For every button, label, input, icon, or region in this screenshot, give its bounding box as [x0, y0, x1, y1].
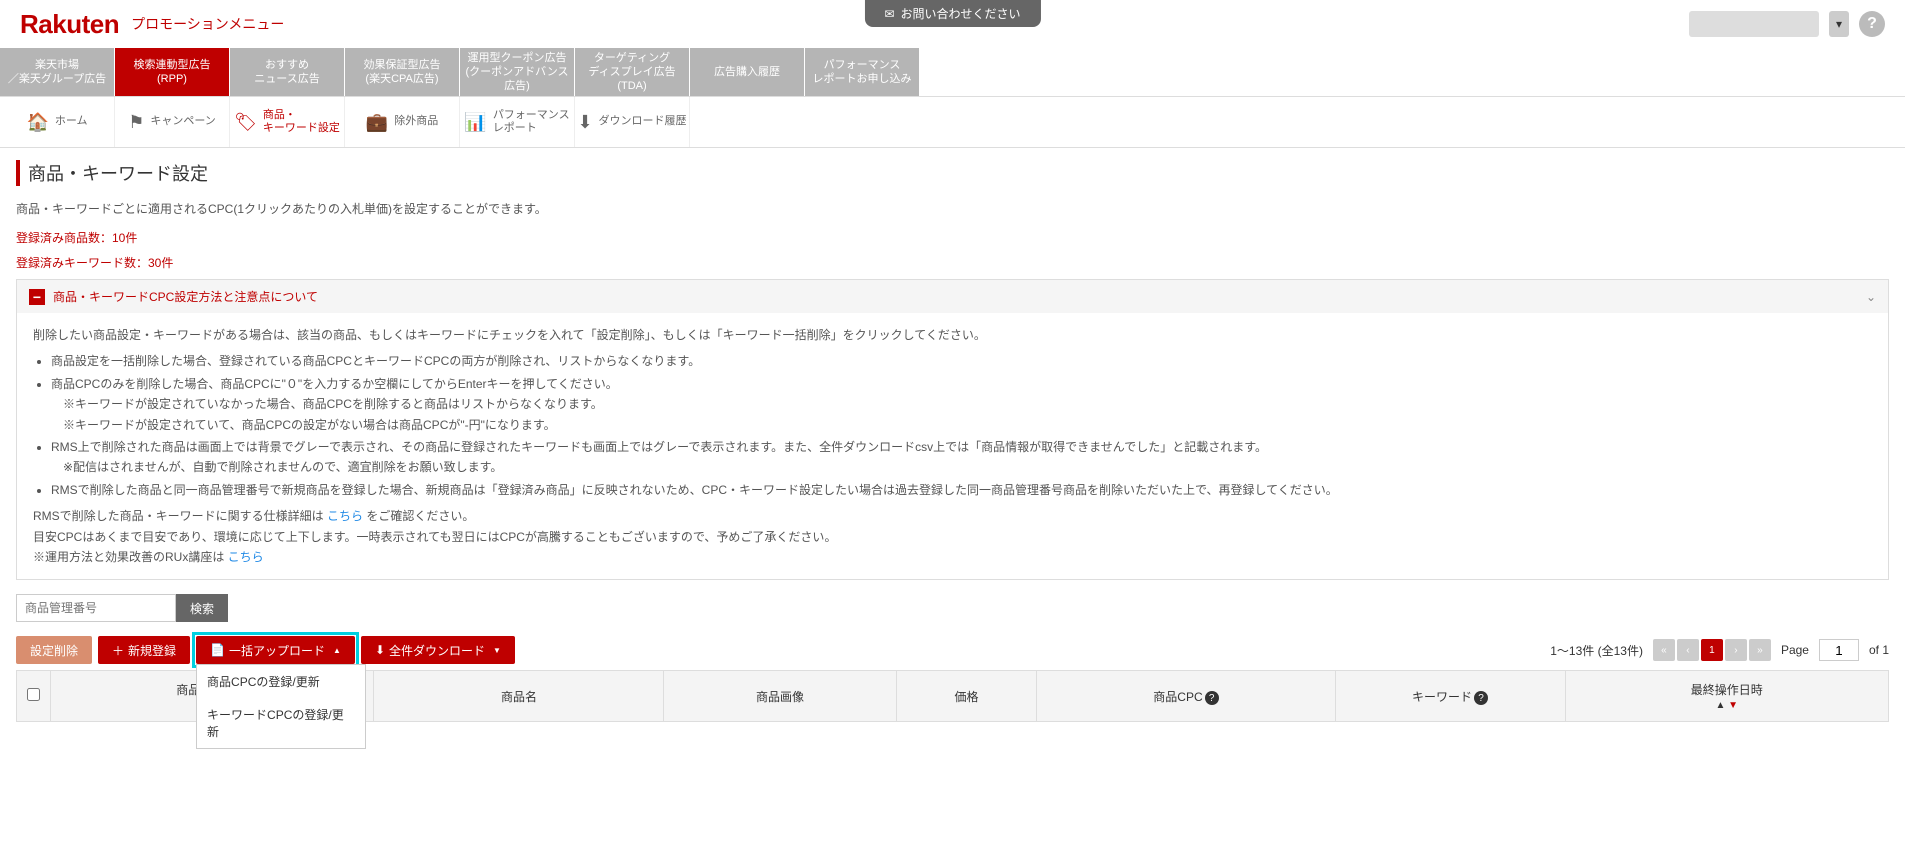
subnav-home[interactable]: 🏠ホーム: [0, 97, 115, 147]
brand-subtitle: プロモーションメニュー: [131, 14, 284, 34]
th-cpc: 商品CPC?: [1037, 671, 1335, 722]
pager-page-input[interactable]: [1819, 639, 1859, 661]
pager-last[interactable]: »: [1749, 639, 1771, 661]
user-menu-caret[interactable]: ▾: [1829, 11, 1849, 37]
search-button[interactable]: 検索: [176, 594, 228, 622]
info-text: 削除したい商品設定・キーワードがある場合は、該当の商品、もしくはキーワードにチェ…: [33, 325, 1872, 345]
pager-page-label: Page: [1781, 643, 1809, 657]
info-text: RMSで削除した商品・キーワードに関する仕様詳細は こちら をご確認ください。: [33, 506, 1872, 526]
info-accordion: − 商品・キーワードCPC設定方法と注意点について ⌄ 削除したい商品設定・キー…: [16, 279, 1889, 580]
upload-highlight: 📄一括アップロード▲ 商品CPCの登録/更新 キーワードCPCの登録/更新: [196, 636, 355, 664]
subnav-exclude[interactable]: 💼除外商品: [345, 97, 460, 147]
mail-icon: ✉: [884, 7, 894, 21]
upload-product-cpc[interactable]: 商品CPCの登録/更新: [197, 665, 365, 698]
accordion-title: 商品・キーワードCPC設定方法と注意点について: [53, 288, 1866, 305]
nav-rakuten-market[interactable]: 楽天市場／楽天グループ広告: [0, 48, 115, 96]
chart-icon: 📊: [464, 112, 486, 133]
pager-page-1[interactable]: 1: [1701, 639, 1723, 661]
briefcase-icon: 💼: [366, 112, 388, 133]
flag-icon: ⚑: [128, 112, 144, 133]
contact-button[interactable]: ✉ お問い合わせください: [864, 0, 1040, 27]
delete-button[interactable]: 設定削除: [16, 636, 92, 664]
nav-rpp[interactable]: 検索連動型広告(RPP): [115, 48, 230, 96]
info-bullet: RMS上で削除された商品は画面上では背景でグレーで表示され、その商品に登録された…: [51, 440, 1267, 454]
nav-news-ad[interactable]: おすすめニュース広告: [230, 48, 345, 96]
subnav-product-keyword[interactable]: 🏷商品・ キーワード設定: [230, 97, 345, 147]
pager-next[interactable]: ›: [1725, 639, 1747, 661]
download-all-button[interactable]: ⬇全件ダウンロード▼: [361, 636, 515, 664]
plus-icon: ＋: [112, 642, 124, 659]
stat-products: 登録済み商品数：10件: [16, 229, 1889, 246]
chevron-down-icon: ⌄: [1866, 290, 1876, 304]
help-icon[interactable]: ?: [1474, 691, 1488, 705]
info-note: ※キーワードが設定されていて、商品CPCの設定がない場合は商品CPCが"-円"に…: [51, 418, 556, 432]
page-description: 商品・キーワードごとに適用されるCPC(1クリックあたりの入札単価)を設定するこ…: [16, 200, 1889, 217]
th-checkbox: [17, 671, 51, 722]
caret-up-icon: ▲: [333, 646, 341, 655]
help-icon[interactable]: ?: [1859, 11, 1885, 37]
info-bullet: RMSで削除した商品と同一商品管理番号で新規商品を登録した場合、新規商品は「登録…: [51, 480, 1872, 500]
tag-icon: 🏷: [234, 112, 257, 133]
help-icon[interactable]: ?: [1205, 691, 1219, 705]
subnav-download-history[interactable]: ⬇ダウンロード履歴: [575, 97, 690, 147]
rux-link[interactable]: こちら: [228, 550, 264, 564]
contact-label: お問い合わせください: [901, 5, 1021, 22]
bulk-upload-button[interactable]: 📄一括アップロード▲: [196, 636, 355, 664]
subnav-report[interactable]: 📊パフォーマンス レポート: [460, 97, 575, 147]
nav-cpa[interactable]: 効果保証型広告(楽天CPA広告): [345, 48, 460, 96]
home-icon: 🏠: [26, 112, 48, 133]
file-icon: 📄: [210, 643, 225, 657]
nav-tda[interactable]: ターゲティングディスプレイ広告(TDA): [575, 48, 690, 96]
th-last-op[interactable]: 最終操作日時▲ ▼: [1565, 671, 1889, 722]
th-keyword: キーワード?: [1335, 671, 1565, 722]
th-price: 価格: [896, 671, 1037, 722]
brand-logo: Rakuten: [20, 9, 119, 40]
search-input[interactable]: [16, 594, 176, 622]
user-menu[interactable]: [1689, 11, 1819, 37]
info-note: ※配信はされませんが、自動で削除されませんので、適宜削除をお願い致します。: [51, 460, 502, 474]
download-icon: ⬇: [375, 643, 385, 657]
caret-down-icon: ▼: [493, 646, 501, 655]
info-note: ※キーワードが設定されていなかった場合、商品CPCを削除すると商品はリストからな…: [51, 397, 603, 411]
pager-first[interactable]: «: [1653, 639, 1675, 661]
spec-link[interactable]: こちら: [327, 509, 363, 523]
nav-report-apply[interactable]: パフォーマンスレポートお申し込み: [805, 48, 920, 96]
stat-keywords: 登録済みキーワード数：30件: [16, 254, 1889, 271]
chevron-down-icon: ▾: [1836, 17, 1842, 31]
new-register-button[interactable]: ＋新規登録: [98, 636, 190, 664]
upload-keyword-cpc[interactable]: キーワードCPCの登録/更新: [197, 698, 365, 748]
info-bullet: 商品設定を一括削除した場合、登録されている商品CPCとキーワードCPCの両方が削…: [51, 351, 1872, 371]
pager-summary: 1～13件 (全13件): [1550, 642, 1643, 659]
nav-purchase-history[interactable]: 広告購入履歴: [690, 48, 805, 96]
minus-icon: −: [29, 289, 45, 305]
main-nav: 楽天市場／楽天グループ広告 検索連動型広告(RPP) おすすめニュース広告 効果…: [0, 48, 1905, 97]
sort-up-icon: ▲: [1715, 700, 1725, 711]
select-all-checkbox[interactable]: [27, 688, 40, 701]
th-name: 商品名: [374, 671, 664, 722]
sort-down-icon: ▼: [1728, 700, 1738, 711]
th-image: 商品画像: [664, 671, 896, 722]
page-title: 商品・キーワード設定: [28, 160, 208, 186]
info-bullet: 商品CPCのみを削除した場合、商品CPCに"０"を入力するか空欄にしてからEnt…: [51, 377, 618, 391]
pager-prev[interactable]: ‹: [1677, 639, 1699, 661]
upload-dropdown: 商品CPCの登録/更新 キーワードCPCの登録/更新: [196, 664, 366, 749]
subnav-campaign[interactable]: ⚑キャンペーン: [115, 97, 230, 147]
accordion-body: 削除したい商品設定・キーワードがある場合は、該当の商品、もしくはキーワードにチェ…: [17, 313, 1888, 579]
download-icon: ⬇: [577, 112, 592, 133]
info-text: ※運用方法と効果改善のRUx講座は こちら: [33, 547, 1872, 567]
pager-of-label: of 1: [1869, 643, 1889, 657]
accordion-header[interactable]: − 商品・キーワードCPC設定方法と注意点について ⌄: [17, 280, 1888, 313]
nav-coupon-ad[interactable]: 運用型クーポン広告(クーポンアドバンス広告): [460, 48, 575, 96]
sub-nav: 🏠ホーム ⚑キャンペーン 🏷商品・ キーワード設定 💼除外商品 📊パフォーマンス…: [0, 97, 1905, 148]
info-text: 目安CPCはあくまで目安であり、環境に応じて上下します。一時表示されても翌日には…: [33, 527, 1872, 547]
